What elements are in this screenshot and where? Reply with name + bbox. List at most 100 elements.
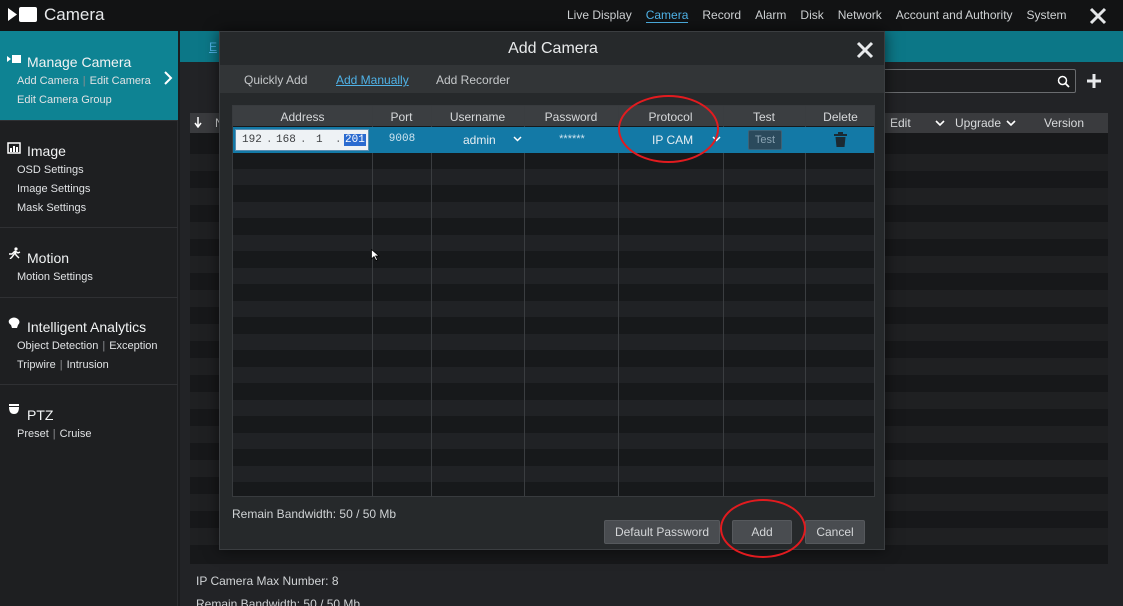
mouse-cursor-icon — [371, 249, 380, 261]
protocol-dropdown[interactable]: IP CAM — [620, 131, 724, 149]
grid-row — [233, 466, 874, 482]
grid-row — [233, 400, 874, 416]
ip-octet-2[interactable]: 168 — [276, 134, 296, 146]
cancel-button[interactable]: Cancel — [805, 520, 865, 544]
link-edit-camera-group[interactable]: Edit Camera Group — [17, 94, 112, 106]
link-exception[interactable]: Exception — [109, 340, 157, 352]
chevron-down-icon — [712, 136, 721, 142]
column-divider — [372, 106, 373, 496]
content-tab-partial[interactable]: E — [209, 40, 217, 54]
dialog-tabs: Quickly Add Add Manually Add Recorder — [220, 65, 884, 93]
link-osd-settings[interactable]: OSD Settings — [17, 164, 84, 176]
sidebar-title-ptz: PTZ — [27, 407, 54, 423]
grid-row — [233, 367, 874, 383]
nav-record[interactable]: Record — [702, 8, 741, 23]
test-button[interactable]: Test — [748, 130, 782, 150]
grid-row — [233, 235, 874, 251]
tab-quickly-add[interactable]: Quickly Add — [244, 73, 307, 87]
sidebar-section-motion[interactable]: Motion Motion Settings — [0, 229, 178, 298]
search-icon[interactable] — [1057, 75, 1070, 88]
ip-separator: . — [266, 134, 273, 146]
sidebar-title-manage-camera: Manage Camera — [27, 54, 132, 70]
grid-row — [233, 268, 874, 284]
column-header-password: Password — [544, 110, 598, 124]
sidebar: Manage Camera Add Camera | Edit Camera Edi… — [0, 31, 178, 606]
remain-bandwidth-label: Remain Bandwidth: 50 / 50 Mb — [232, 507, 397, 521]
grid-row — [233, 169, 874, 185]
protocol-value: IP CAM — [652, 133, 694, 147]
background-bandwidth-label: Remain Bandwidth: 50 / 50 Mb — [196, 597, 361, 606]
link-edit-camera[interactable]: Edit Camera — [90, 75, 151, 87]
default-password-button[interactable]: Default Password — [604, 520, 720, 544]
username-value: admin — [463, 133, 496, 147]
column-divider — [524, 106, 525, 496]
sidebar-links-motion: Motion Settings — [17, 268, 93, 287]
trash-icon[interactable] — [834, 132, 847, 147]
column-divider — [805, 106, 806, 496]
column-header-delete: Delete — [823, 110, 858, 124]
grid-row — [233, 433, 874, 449]
column-divider — [618, 106, 619, 496]
port-field[interactable]: 9008 — [373, 133, 431, 145]
ip-address-field[interactable]: 192 . 168 . 1 . 201 — [235, 129, 369, 151]
top-bar: Camera Live Display Camera Record Alarm … — [0, 0, 1123, 31]
camera-icon — [7, 55, 21, 63]
link-motion-settings[interactable]: Motion Settings — [17, 271, 93, 283]
link-tripwire[interactable]: Tripwire — [17, 359, 56, 371]
tab-add-manually[interactable]: Add Manually — [336, 73, 409, 87]
camera-entry-row[interactable]: 192 . 168 . 1 . 201 9008 admin ****** IP… — [233, 127, 874, 153]
nav-disk[interactable]: Disk — [800, 8, 823, 23]
ip-separator: . — [300, 134, 307, 146]
search-input[interactable] — [880, 69, 1076, 93]
close-icon[interactable] — [856, 41, 874, 59]
sidebar-section-image[interactable]: Image OSD Settings Image Settings Mask S… — [0, 122, 178, 228]
column-header-edit: Edit — [890, 116, 911, 130]
link-mask-settings[interactable]: Mask Settings — [17, 202, 86, 214]
camera-logo-icon — [8, 7, 37, 22]
nav-camera[interactable]: Camera — [645, 8, 689, 23]
link-image-settings[interactable]: Image Settings — [17, 183, 90, 195]
close-app-icon[interactable] — [1087, 5, 1109, 27]
sort-arrow-icon[interactable] — [194, 117, 202, 128]
column-header-test: Test — [752, 110, 775, 124]
nav-network[interactable]: Network — [838, 8, 882, 23]
chevron-down-icon[interactable] — [935, 120, 945, 127]
sidebar-section-manage-camera[interactable]: Manage Camera Add Camera | Edit Camera Edi… — [0, 31, 178, 121]
grid-row — [233, 301, 874, 317]
nav-system[interactable]: System — [1027, 8, 1067, 23]
sidebar-title-motion: Motion — [27, 250, 70, 266]
column-header-username: Username — [449, 110, 506, 124]
column-divider — [431, 106, 432, 496]
tab-add-recorder[interactable]: Add Recorder — [436, 73, 510, 87]
column-header-version: Version — [1044, 116, 1085, 130]
chevron-right-icon — [164, 71, 173, 85]
link-add-camera[interactable]: Add Camera — [17, 75, 79, 87]
dialog-title: Add Camera — [508, 40, 598, 57]
nav-account-authority[interactable]: Account and Authority — [896, 8, 1013, 23]
password-field[interactable]: ****** — [526, 133, 618, 145]
username-dropdown[interactable]: admin — [433, 131, 525, 149]
ip-octet-1[interactable]: 192 — [242, 134, 262, 146]
sidebar-links-ptz: Preset | Cruise — [17, 428, 92, 440]
link-cruise[interactable]: Cruise — [60, 428, 92, 440]
link-preset[interactable]: Preset — [17, 428, 49, 440]
ip-octet-3[interactable]: 1 — [316, 134, 323, 146]
sidebar-section-ptz[interactable]: PTZ Preset | Cruise — [0, 386, 178, 454]
link-intrusion[interactable]: Intrusion — [67, 359, 109, 371]
column-header-port: Port — [390, 110, 413, 124]
ip-separator: . — [335, 134, 342, 146]
column-divider — [723, 106, 724, 496]
add-camera-dialog: Add Camera Quickly Add Add Manually Add … — [219, 31, 885, 550]
add-button[interactable]: Add — [732, 520, 792, 544]
sidebar-section-intelligent-analytics[interactable]: Intelligent Analytics Object Detection | E… — [0, 299, 178, 385]
link-object-detection[interactable]: Object Detection — [17, 340, 98, 352]
nav-live-display[interactable]: Live Display — [567, 8, 632, 23]
ptz-camera-icon — [9, 404, 19, 414]
sidebar-links-image: OSD Settings Image Settings Mask Setting… — [17, 161, 90, 218]
sidebar-title-intelligent-analytics: Intelligent Analytics — [27, 319, 147, 335]
nav-alarm[interactable]: Alarm — [755, 8, 786, 23]
add-icon[interactable] — [1085, 72, 1103, 90]
chevron-down-icon[interactable] — [1006, 120, 1016, 127]
max-number-label: IP Camera Max Number: 8 — [196, 574, 339, 588]
ip-octet-4[interactable]: 201 — [344, 134, 366, 146]
